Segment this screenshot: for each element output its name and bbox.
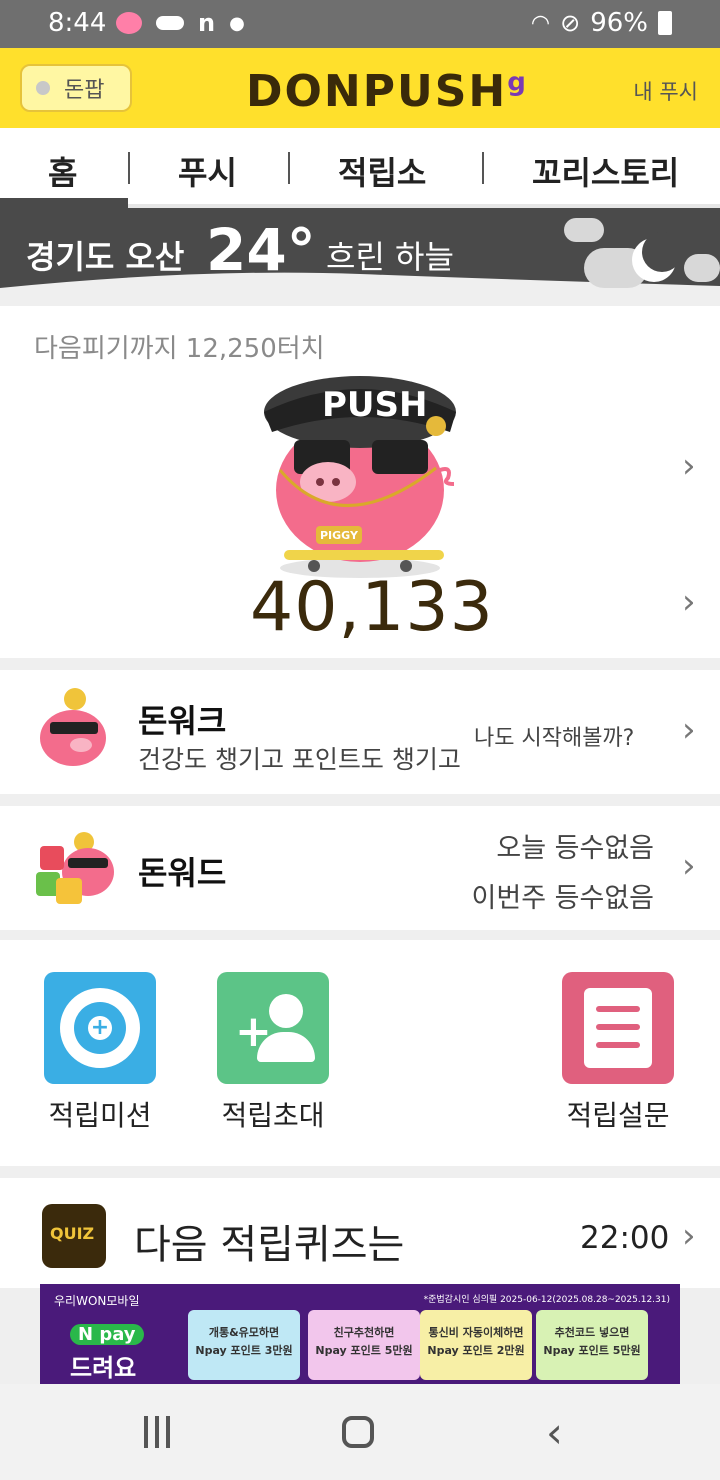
weather-banner[interactable]: 경기도 오산 24° 흐린 하늘	[0, 208, 720, 300]
tab-push[interactable]: 푸시	[178, 148, 237, 194]
quiz-badge: QUIZ	[50, 1224, 95, 1243]
tab-divider	[288, 152, 290, 184]
donpop-label: 돈팝	[64, 78, 105, 103]
chevron-right-icon[interactable]: ›	[682, 582, 696, 622]
donword-row[interactable]: 돈워드 오늘 등수없음 이번주 등수없음 ›	[0, 806, 720, 930]
donwalk-subtitle: 건강도 챙기고 포인트도 챙기고	[138, 745, 461, 774]
chevron-right-icon[interactable]: ›	[682, 446, 696, 486]
donwalk-title: 돈워크	[138, 702, 227, 740]
logo-text: DONPUSH	[246, 66, 508, 117]
tab-reward-shop[interactable]: 적립소	[338, 148, 426, 194]
ad-offer-line2: Npay 포인트 2만원	[427, 1344, 525, 1357]
mission-label: 적립미션	[48, 1099, 152, 1132]
battery-icon	[658, 11, 672, 35]
invite-shortcut[interactable]: +	[217, 972, 329, 1084]
donwalk-start-text: 나도 시작해볼까?	[474, 726, 635, 751]
logo-suffix: g	[507, 67, 528, 98]
donword-today-rank: 오늘 등수없음	[496, 833, 654, 864]
chevron-right-icon[interactable]: ›	[682, 710, 696, 750]
tab-home[interactable]: 홈	[48, 148, 77, 194]
weather-description: 흐린 하늘	[326, 238, 454, 276]
weather-location: 경기도 오산	[26, 238, 185, 276]
cloud-notification-icon	[156, 16, 184, 30]
ad-offer-3: 통신비 자동이체하면 Npay 포인트 2만원	[420, 1310, 532, 1380]
mission-shortcut[interactable]: +	[44, 972, 156, 1084]
donword-title: 돈워드	[138, 854, 227, 892]
survey-shortcut[interactable]	[562, 972, 674, 1084]
points-total: 40,133	[250, 568, 494, 647]
do-not-disturb-icon: ⊘	[560, 9, 581, 37]
ad-npay-badge: N pay	[70, 1324, 144, 1345]
quiz-title: 다음 적립퀴즈는	[134, 1222, 405, 1268]
my-push-link[interactable]: 내 푸시	[633, 76, 698, 106]
add-person-icon: +	[217, 972, 329, 1084]
weather-temperature: 24°	[206, 216, 316, 284]
donword-week-rank: 이번주 등수없음	[471, 883, 654, 914]
toggle-dot-icon	[36, 81, 50, 95]
ad-offer-line2: Npay 포인트 5만원	[315, 1344, 413, 1357]
ad-banner[interactable]: 우리WON모바일 *준법감시인 심의필 2025-06-12(2025.08.2…	[40, 1284, 680, 1384]
quiz-row[interactable]: QUIZ 다음 적립퀴즈는 22:00 ›	[0, 1178, 720, 1288]
status-time: 8:44	[48, 8, 107, 38]
reward-shortcuts: + 적립미션 + 적립초대 적립설문	[0, 940, 720, 1166]
app-header: 돈팝 DONPUSHg 내 푸시	[0, 48, 720, 128]
home-icon[interactable]	[342, 1416, 374, 1448]
piggy-badge: PIGGY	[320, 529, 359, 542]
system-icons: ◠ ⊘ 96%	[531, 8, 672, 38]
piggy-character-image: PUSH PIGGY	[264, 376, 456, 578]
battery-text: 96%	[590, 8, 648, 38]
main-tabs: 홈 푸시 적립소 꼬리스토리	[0, 128, 720, 208]
back-icon[interactable]: ‹	[546, 1408, 563, 1457]
tab-divider	[482, 152, 484, 184]
next-piggy-text: 다음피기까지 12,250터치	[34, 334, 325, 364]
more-notifications-dot: ●	[229, 12, 245, 34]
quiz-puzzle-icon: QUIZ	[42, 1204, 106, 1268]
ad-offer-line2: Npay 포인트 3만원	[195, 1344, 293, 1357]
recent-apps-icon[interactable]	[142, 1416, 172, 1448]
ad-offer-2: 친구추천하면 Npay 포인트 5만원	[308, 1310, 420, 1380]
list-icon	[562, 972, 674, 1084]
mission-icon: +	[44, 972, 156, 1084]
ad-offer-4: 추천코드 넣으면 Npay 포인트 5만원	[536, 1310, 648, 1380]
cap-text: PUSH	[322, 385, 427, 425]
wifi-icon: ◠	[530, 10, 551, 36]
donpop-toggle[interactable]: 돈팝	[20, 64, 132, 112]
ad-notice: *준법감시인 심의필 2025-06-12(2025.08.28~2025.12…	[423, 1295, 670, 1305]
piggy-card[interactable]: 다음피기까지 12,250터치 PUSH PIGGY › 40,133 ›	[0, 306, 720, 658]
status-bar: 8:44 n ● ◠ ⊘ 96%	[0, 0, 720, 48]
system-nav-bar: ‹	[0, 1384, 720, 1480]
ad-offer-line1: 친구추천하면	[333, 1326, 395, 1339]
active-tab-indicator	[0, 198, 128, 208]
donword-pig-icon	[36, 830, 116, 906]
survey-label: 적립설문	[566, 1099, 670, 1132]
cloudy-night-icon	[564, 218, 720, 300]
chevron-right-icon[interactable]: ›	[682, 846, 696, 886]
donwalk-row[interactable]: 돈워크 건강도 챙기고 포인트도 챙기고 나도 시작해볼까? ›	[0, 670, 720, 794]
naver-notification-icon: n	[198, 9, 216, 37]
chevron-right-icon[interactable]: ›	[682, 1216, 696, 1256]
pig-notification-icon	[116, 12, 142, 34]
donwalk-pig-icon	[36, 688, 108, 772]
ad-offer-1: 개통&유모하면 Npay 포인트 3만원	[188, 1310, 300, 1380]
ad-headline: 드려요	[70, 1354, 137, 1382]
invite-label: 적립초대	[221, 1099, 325, 1132]
quiz-time: 22:00	[580, 1220, 670, 1256]
ad-offer-line1: 추천코드 넣으면	[554, 1326, 630, 1339]
donpush-logo: DONPUSHg	[246, 66, 528, 117]
tab-divider	[128, 152, 130, 184]
tab-tail-story[interactable]: 꼬리스토리	[532, 148, 679, 194]
ad-offer-line1: 개통&유모하면	[208, 1326, 280, 1339]
notification-icons: n ●	[116, 9, 245, 37]
ad-offer-line2: Npay 포인트 5만원	[543, 1344, 641, 1357]
ad-brand: 우리WON모바일	[54, 1294, 140, 1308]
ad-offer-line1: 통신비 자동이체하면	[428, 1326, 524, 1339]
